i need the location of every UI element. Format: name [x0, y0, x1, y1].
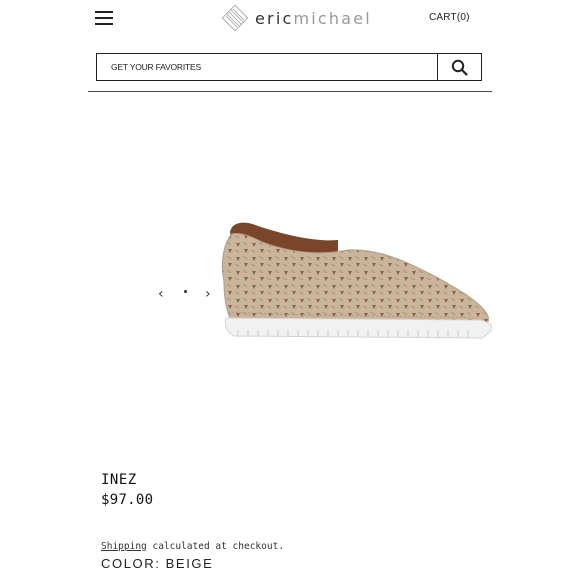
chevron-right-icon[interactable]: › — [205, 287, 211, 301]
logo-text: ericmichael — [255, 9, 372, 28]
product-name: INEZ — [101, 472, 137, 488]
header-divider — [88, 91, 492, 92]
search-button[interactable] — [437, 54, 481, 80]
search-bar — [96, 53, 482, 81]
color-label: COLOR: BEIGE — [101, 556, 214, 571]
shipping-note: Shipping calculated at checkout. — [101, 541, 284, 552]
search-input[interactable] — [97, 54, 437, 80]
chevron-left-icon[interactable]: ‹ — [158, 287, 164, 301]
search-icon — [451, 59, 468, 76]
logo-text-eric: eric — [255, 8, 294, 28]
shipping-link[interactable]: Shipping — [101, 541, 147, 552]
diamond-stripes-logo-icon — [221, 4, 249, 32]
hamburger-menu-icon[interactable] — [95, 10, 113, 26]
site-header: ericmichael CART(0) — [0, 0, 580, 92]
site-logo[interactable]: ericmichael — [221, 4, 372, 32]
cart-link[interactable]: CART(0) — [429, 12, 470, 23]
shipping-text: calculated at checkout. — [146, 541, 285, 552]
product-image — [221, 222, 493, 339]
logo-text-michael: michael — [293, 8, 372, 28]
product-price: $97.00 — [101, 492, 154, 508]
gallery-dot-indicator[interactable] — [184, 290, 187, 293]
